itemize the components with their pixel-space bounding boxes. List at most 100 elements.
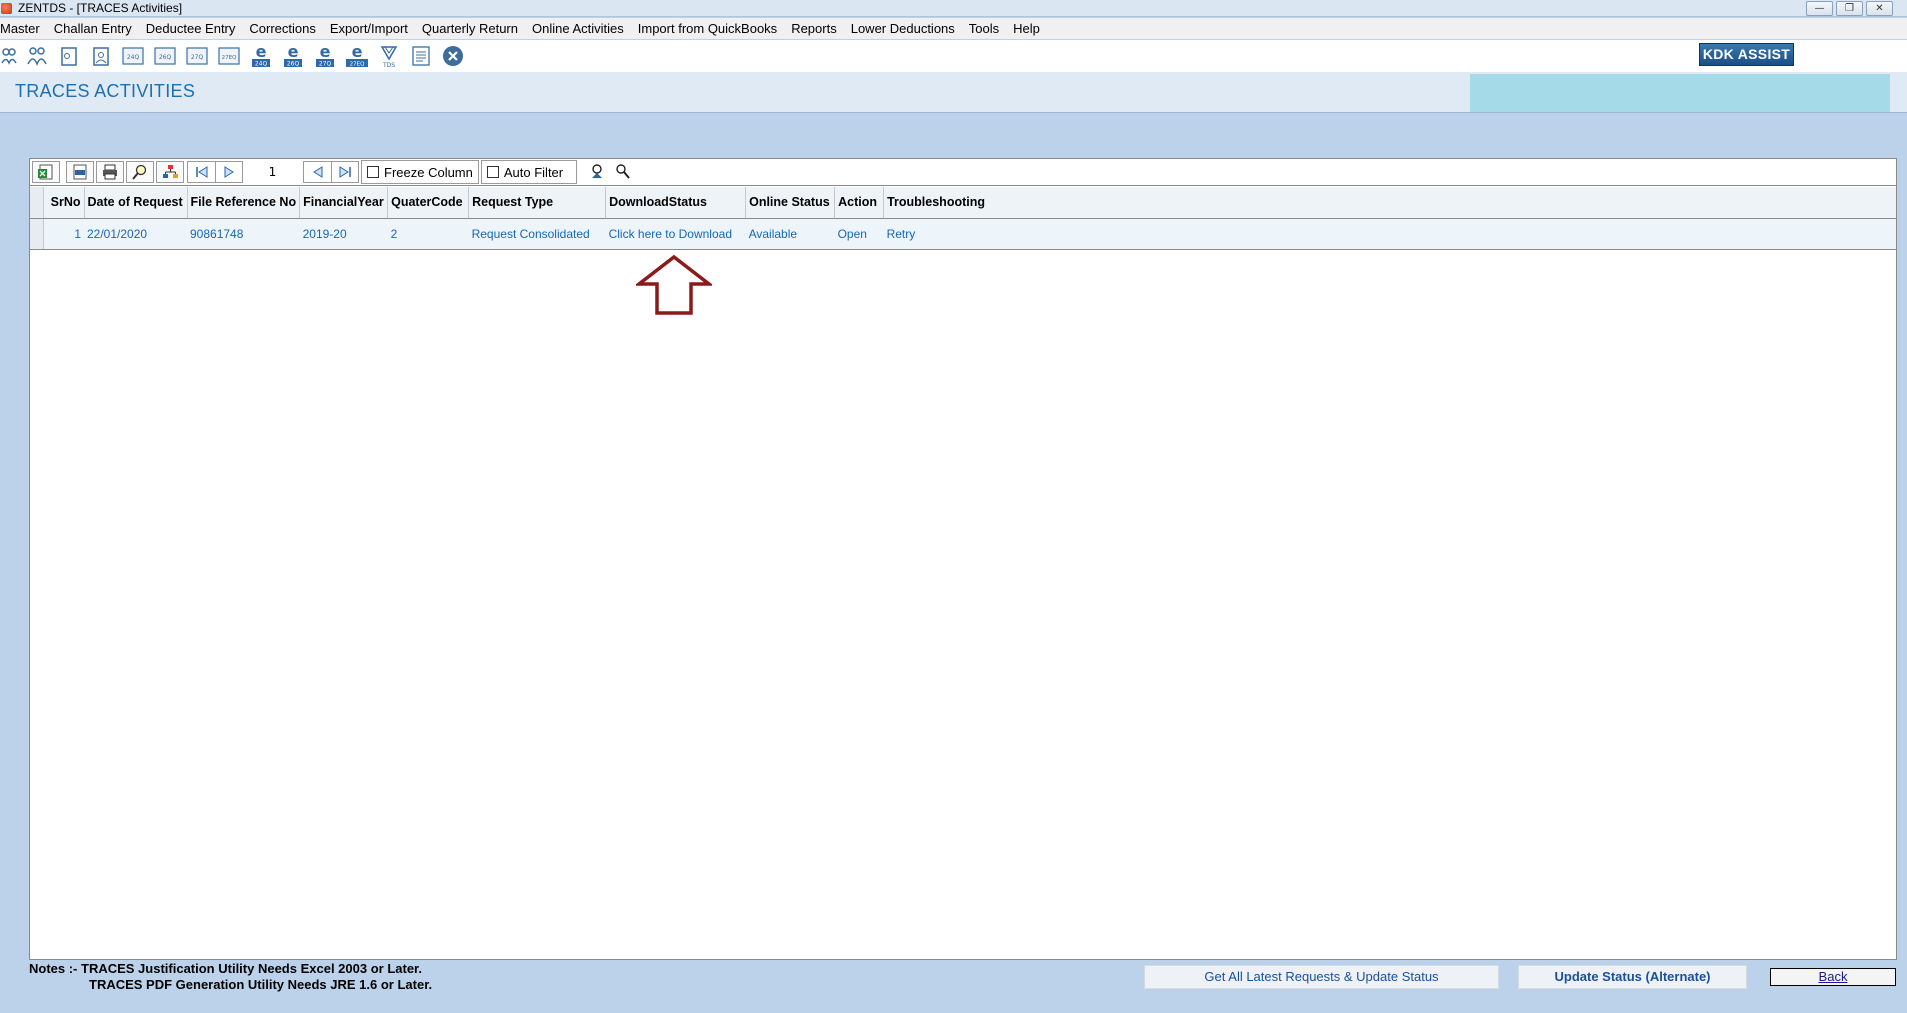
menu-challan-entry[interactable]: Challan Entry <box>54 21 139 36</box>
menu-lower-deductions[interactable]: Lower Deductions <box>851 21 962 36</box>
cell-srno: 1 <box>43 218 84 250</box>
svg-text:24Q: 24Q <box>255 61 268 68</box>
col-download-status[interactable]: DownloadStatus <box>605 187 747 219</box>
svg-text:26Q: 26Q <box>159 54 172 61</box>
tds-icon[interactable]: TDS <box>376 43 402 69</box>
e-24q-icon[interactable]: e 24Q <box>248 43 274 69</box>
last-page-icon[interactable] <box>331 162 358 182</box>
e-27eq-icon[interactable]: e 27EQ <box>344 43 370 69</box>
retry-link[interactable]: Retry <box>883 218 1896 250</box>
col-action[interactable]: Action <box>834 187 885 219</box>
menu-online-activities[interactable]: Online Activities <box>532 21 631 36</box>
col-request-type[interactable]: Request Type <box>468 187 607 219</box>
svg-text:e: e <box>288 43 299 61</box>
svg-text:e: e <box>320 43 331 61</box>
app-icon <box>1 2 12 14</box>
menu-deductee-entry[interactable]: Deductee Entry <box>146 21 243 36</box>
col-srno[interactable]: SrNo <box>43 187 85 219</box>
minimize-button[interactable]: — <box>1806 1 1833 16</box>
form-24q-icon[interactable]: 24Q <box>120 43 146 69</box>
e-26q-icon[interactable]: e 26Q <box>280 43 306 69</box>
window-title: ZENTDS - [TRACES Activities] <box>18 1 183 15</box>
print-preview-icon[interactable] <box>126 161 154 183</box>
svg-text:27EQ: 27EQ <box>222 55 237 61</box>
first-page-icon[interactable] <box>188 162 215 182</box>
restore-button[interactable]: ❐ <box>1836 1 1863 16</box>
up-arrow-annotation-icon <box>636 254 712 315</box>
form-26q-icon[interactable]: 26Q <box>152 43 178 69</box>
col-quarter-code[interactable]: QuaterCode <box>387 187 470 219</box>
notes: Notes :- TRACES Justification Utility Ne… <box>29 961 432 993</box>
menu-quarterly-return[interactable]: Quarterly Return <box>422 21 525 36</box>
cell-file-ref: 90861748 <box>187 218 300 250</box>
menu-help[interactable]: Help <box>1013 21 1047 36</box>
back-button[interactable]: Back <box>1770 968 1896 986</box>
find-icon[interactable] <box>589 162 607 183</box>
menu-corrections[interactable]: Corrections <box>249 21 322 36</box>
main-toolbar: 24Q 26Q 27Q 27EQ e 24Q e 26Q e 27Q e 27EQ TD… <box>0 40 1907 72</box>
form-27eq-icon[interactable]: 27EQ <box>216 43 242 69</box>
cell-online-status: Available <box>745 218 835 250</box>
col-date-of-request[interactable]: Date of Request <box>84 187 188 219</box>
form-alt-icon[interactable] <box>88 43 114 69</box>
page-number[interactable]: 1 <box>245 165 300 179</box>
form-icon[interactable] <box>56 43 82 69</box>
cell-request-type: Request Consolidated <box>468 218 606 250</box>
auto-filter-checkbox[interactable] <box>486 166 499 178</box>
page-title: TRACES ACTIVITIES <box>15 81 196 101</box>
auto-filter-label: Auto Filter <box>503 164 564 180</box>
header-highlight-box <box>1470 74 1890 112</box>
grid-panel: 1 Freeze Column Auto Filter SrNo Date of… <box>29 158 1897 960</box>
svg-text:e: e <box>256 43 267 61</box>
row-selector[interactable] <box>30 218 44 250</box>
update-status-alternate-button[interactable]: Update Status (Alternate) <box>1518 965 1747 989</box>
first-prev-group <box>187 161 243 183</box>
col-file-reference[interactable]: File Reference No <box>187 187 301 219</box>
close-window-button[interactable]: ✕ <box>1866 1 1893 16</box>
open-action-link[interactable]: Open <box>834 218 884 250</box>
menu-tools[interactable]: Tools <box>969 21 1006 36</box>
grid-toolbar: 1 Freeze Column Auto Filter <box>30 159 1896 186</box>
col-online-status[interactable]: Online Status <box>745 187 836 219</box>
prev-last-group <box>303 161 359 183</box>
svg-text:e: e <box>352 43 363 61</box>
deductor-icon[interactable] <box>0 43 18 69</box>
kdk-assist-button[interactable]: KDK ASSIST <box>1699 43 1794 66</box>
svg-text:27Q: 27Q <box>319 61 332 68</box>
table-row[interactable]: 1 22/01/2020 90861748 2019-20 2 Request … <box>30 218 1896 250</box>
download-link[interactable]: Click here to Download <box>605 218 746 250</box>
e-27q-icon[interactable]: e 27Q <box>312 43 338 69</box>
svg-text:TDS: TDS <box>382 62 395 69</box>
report-icon[interactable] <box>408 43 434 69</box>
freeze-column-label: Freeze Column <box>384 164 473 180</box>
auto-filter-toggle[interactable]: Auto Filter <box>480 160 578 184</box>
close-circle-icon[interactable] <box>440 43 466 69</box>
export-csv-icon[interactable] <box>66 161 94 183</box>
menu-reports[interactable]: Reports <box>791 21 844 36</box>
traces-requests-table: SrNo Date of Request File Reference No F… <box>30 187 1896 250</box>
hierarchy-icon[interactable] <box>156 161 184 183</box>
previous-page-icon[interactable] <box>304 162 331 182</box>
cell-financial-year: 2019-20 <box>299 218 388 250</box>
col-troubleshooting[interactable]: Troubleshooting <box>883 187 1896 219</box>
page-header: TRACES ACTIVITIES <box>0 72 1907 113</box>
menu-import-quickbooks[interactable]: Import from QuickBooks <box>638 21 784 36</box>
freeze-column-toggle[interactable]: Freeze Column <box>361 160 479 184</box>
deductors-group-icon[interactable] <box>24 43 50 69</box>
find-next-icon[interactable] <box>613 162 631 183</box>
freeze-column-checkbox[interactable] <box>367 166 379 178</box>
print-icon[interactable] <box>96 161 124 183</box>
export-excel-icon[interactable] <box>32 161 60 183</box>
next-page-icon[interactable] <box>215 162 242 182</box>
form-27q-icon[interactable]: 27Q <box>184 43 210 69</box>
col-financial-year[interactable]: FinancialYear <box>299 187 389 219</box>
menu-export-import[interactable]: Export/Import <box>330 21 415 36</box>
menu-bar: Master Challan Entry Deductee Entry Corr… <box>0 18 1907 39</box>
row-selector-header <box>30 187 44 219</box>
note-excel: Notes :- TRACES Justification Utility Ne… <box>29 961 423 976</box>
menu-master[interactable]: Master <box>0 21 47 36</box>
table-header-row: SrNo Date of Request File Reference No F… <box>30 187 1896 219</box>
get-latest-requests-button[interactable]: Get All Latest Requests & Update Status <box>1144 965 1499 989</box>
svg-text:24Q: 24Q <box>127 54 140 61</box>
note-jre: TRACES PDF Generation Utility Needs JRE … <box>89 977 433 992</box>
